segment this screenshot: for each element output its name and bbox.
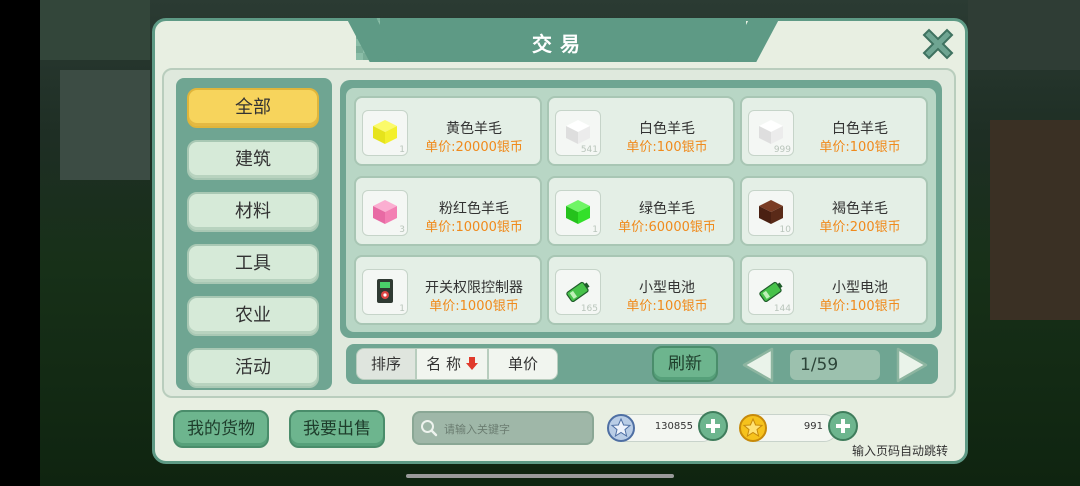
white-wool-icon (759, 120, 783, 144)
item-name: 小型电池 (832, 280, 888, 296)
item-card[interactable]: 1 开关权限控制器 单价:1000银币 (354, 255, 542, 325)
item-count: 1 (399, 145, 405, 155)
category-building[interactable]: 建筑 (187, 140, 319, 180)
item-card[interactable]: 999 白色羊毛 单价:100银币 (740, 96, 928, 166)
sort-name-label: 名 称 (426, 355, 461, 373)
item-card[interactable]: 1 绿色羊毛 单价:60000银币 (547, 176, 735, 246)
item-name: 白色羊毛 (832, 121, 888, 137)
category-tools[interactable]: 工具 (187, 244, 319, 284)
triangle-right-icon (896, 347, 928, 383)
item-count: 10 (779, 225, 791, 235)
my-goods-button[interactable]: 我的货物 (173, 410, 269, 448)
item-card[interactable]: 541 白色羊毛 单价:100银币 (547, 96, 735, 166)
refresh-button[interactable]: 刷新 (652, 346, 718, 382)
item-thumbnail: 10 (748, 190, 794, 236)
search-box (412, 411, 594, 445)
background-block (40, 0, 150, 60)
item-card[interactable]: 144 小型电池 单价:100银币 (740, 255, 928, 325)
item-price: 单价:100银币 (626, 299, 708, 314)
item-count: 1 (592, 225, 598, 235)
item-card[interactable]: 3 粉红色羊毛 单价:10000银币 (354, 176, 542, 246)
background-block (60, 70, 150, 180)
item-count: 541 (580, 145, 598, 155)
gold-amount: 991 (803, 421, 823, 432)
item-price: 单价:10000银币 (425, 220, 523, 235)
page-jump-hint: 输入页码自动跳转 (852, 444, 949, 458)
item-name: 开关权限控制器 (425, 280, 523, 296)
item-card[interactable]: 10 褐色羊毛 单价:200银币 (740, 176, 928, 246)
background-block (968, 0, 1080, 70)
item-price: 单价:1000银币 (429, 299, 519, 314)
item-price: 单价:100银币 (626, 140, 708, 155)
brown-wool-icon (759, 200, 783, 224)
item-name: 褐色羊毛 (832, 201, 888, 217)
battery-icon (759, 281, 783, 303)
category-material[interactable]: 材料 (187, 192, 319, 232)
switch-controller-icon (377, 279, 393, 303)
item-thumbnail: 165 (555, 269, 601, 315)
item-thumbnail: 3 (362, 190, 408, 236)
item-name: 黄色羊毛 (446, 121, 502, 137)
pink-wool-icon (373, 200, 397, 224)
item-price: 单价:20000银币 (425, 140, 523, 155)
item-price: 单价:100银币 (819, 140, 901, 155)
category-all[interactable]: 全部 (187, 88, 319, 128)
page-title: 交易 (532, 32, 588, 56)
screen-edge (0, 0, 40, 486)
item-thumbnail: 541 (555, 110, 601, 156)
background-block (990, 120, 1080, 320)
item-thumbnail: 1 (362, 110, 408, 156)
category-events[interactable]: 活动 (187, 348, 319, 388)
item-thumbnail: 999 (748, 110, 794, 156)
item-name: 粉红色羊毛 (439, 201, 509, 217)
home-indicator[interactable] (406, 474, 674, 478)
white-wool-icon (566, 120, 590, 144)
silver-amount: 130855 (654, 421, 693, 432)
item-count: 165 (580, 304, 598, 314)
item-thumbnail: 1 (362, 269, 408, 315)
item-price: 单价:200银币 (819, 220, 901, 235)
yellow-wool-icon (373, 120, 397, 144)
item-count: 1 (399, 304, 405, 314)
item-thumbnail: 1 (555, 190, 601, 236)
sort-by-name-button[interactable]: 名 称 (416, 348, 488, 380)
next-page-button[interactable] (894, 346, 930, 384)
item-count: 144 (773, 304, 791, 314)
item-name: 小型电池 (639, 280, 695, 296)
search-icon (421, 420, 438, 437)
item-count: 3 (399, 225, 405, 235)
item-name: 白色羊毛 (639, 121, 695, 137)
item-price: 单价:100银币 (819, 299, 901, 314)
sort-label: 排序 (356, 348, 416, 380)
item-card[interactable]: 165 小型电池 单价:100银币 (547, 255, 735, 325)
search-input[interactable] (442, 418, 592, 440)
close-icon (922, 28, 954, 60)
add-gold-button[interactable] (828, 411, 858, 441)
page-indicator[interactable]: 1/59 (790, 350, 880, 380)
sell-button[interactable]: 我要出售 (289, 410, 385, 448)
item-count: 999 (773, 145, 791, 155)
prev-page-button[interactable] (740, 346, 776, 384)
add-silver-button[interactable] (698, 411, 728, 441)
arrow-down-icon (465, 357, 478, 370)
triangle-left-icon (742, 347, 774, 383)
silver-coin-icon (607, 414, 635, 442)
gold-coin-icon (739, 414, 767, 442)
close-button[interactable] (918, 24, 958, 64)
item-name: 绿色羊毛 (639, 201, 695, 217)
item-thumbnail: 144 (748, 269, 794, 315)
item-card[interactable]: 1 黄色羊毛 单价:20000银币 (354, 96, 542, 166)
battery-icon (566, 281, 590, 303)
category-farming[interactable]: 农业 (187, 296, 319, 336)
sort-by-price-button[interactable]: 单价 (488, 348, 558, 380)
green-wool-icon (566, 200, 590, 224)
item-price: 单价:60000银币 (618, 220, 716, 235)
